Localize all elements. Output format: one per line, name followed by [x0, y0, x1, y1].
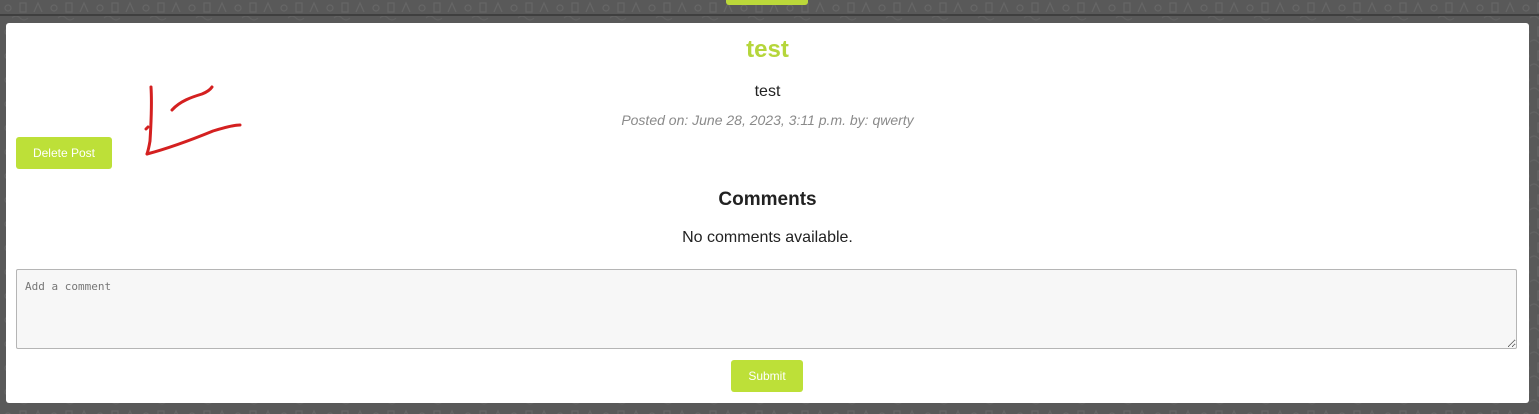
top-nav-tab[interactable] — [726, 0, 808, 5]
post-meta: Posted on: June 28, 2023, 3:11 p.m. by: … — [621, 112, 914, 128]
comment-input[interactable] — [16, 269, 1517, 349]
no-comments-text: No comments available. — [682, 229, 853, 246]
post-title: test — [746, 36, 789, 63]
top-strip — [0, 14, 1539, 16]
comments-heading: Comments — [718, 189, 817, 210]
submit-comment-button[interactable]: Submit — [731, 360, 803, 392]
post-detail-card: test test Posted on: June 28, 2023, 3:11… — [6, 23, 1529, 403]
post-body: test — [754, 83, 781, 100]
delete-post-button[interactable]: Delete Post — [16, 137, 112, 169]
